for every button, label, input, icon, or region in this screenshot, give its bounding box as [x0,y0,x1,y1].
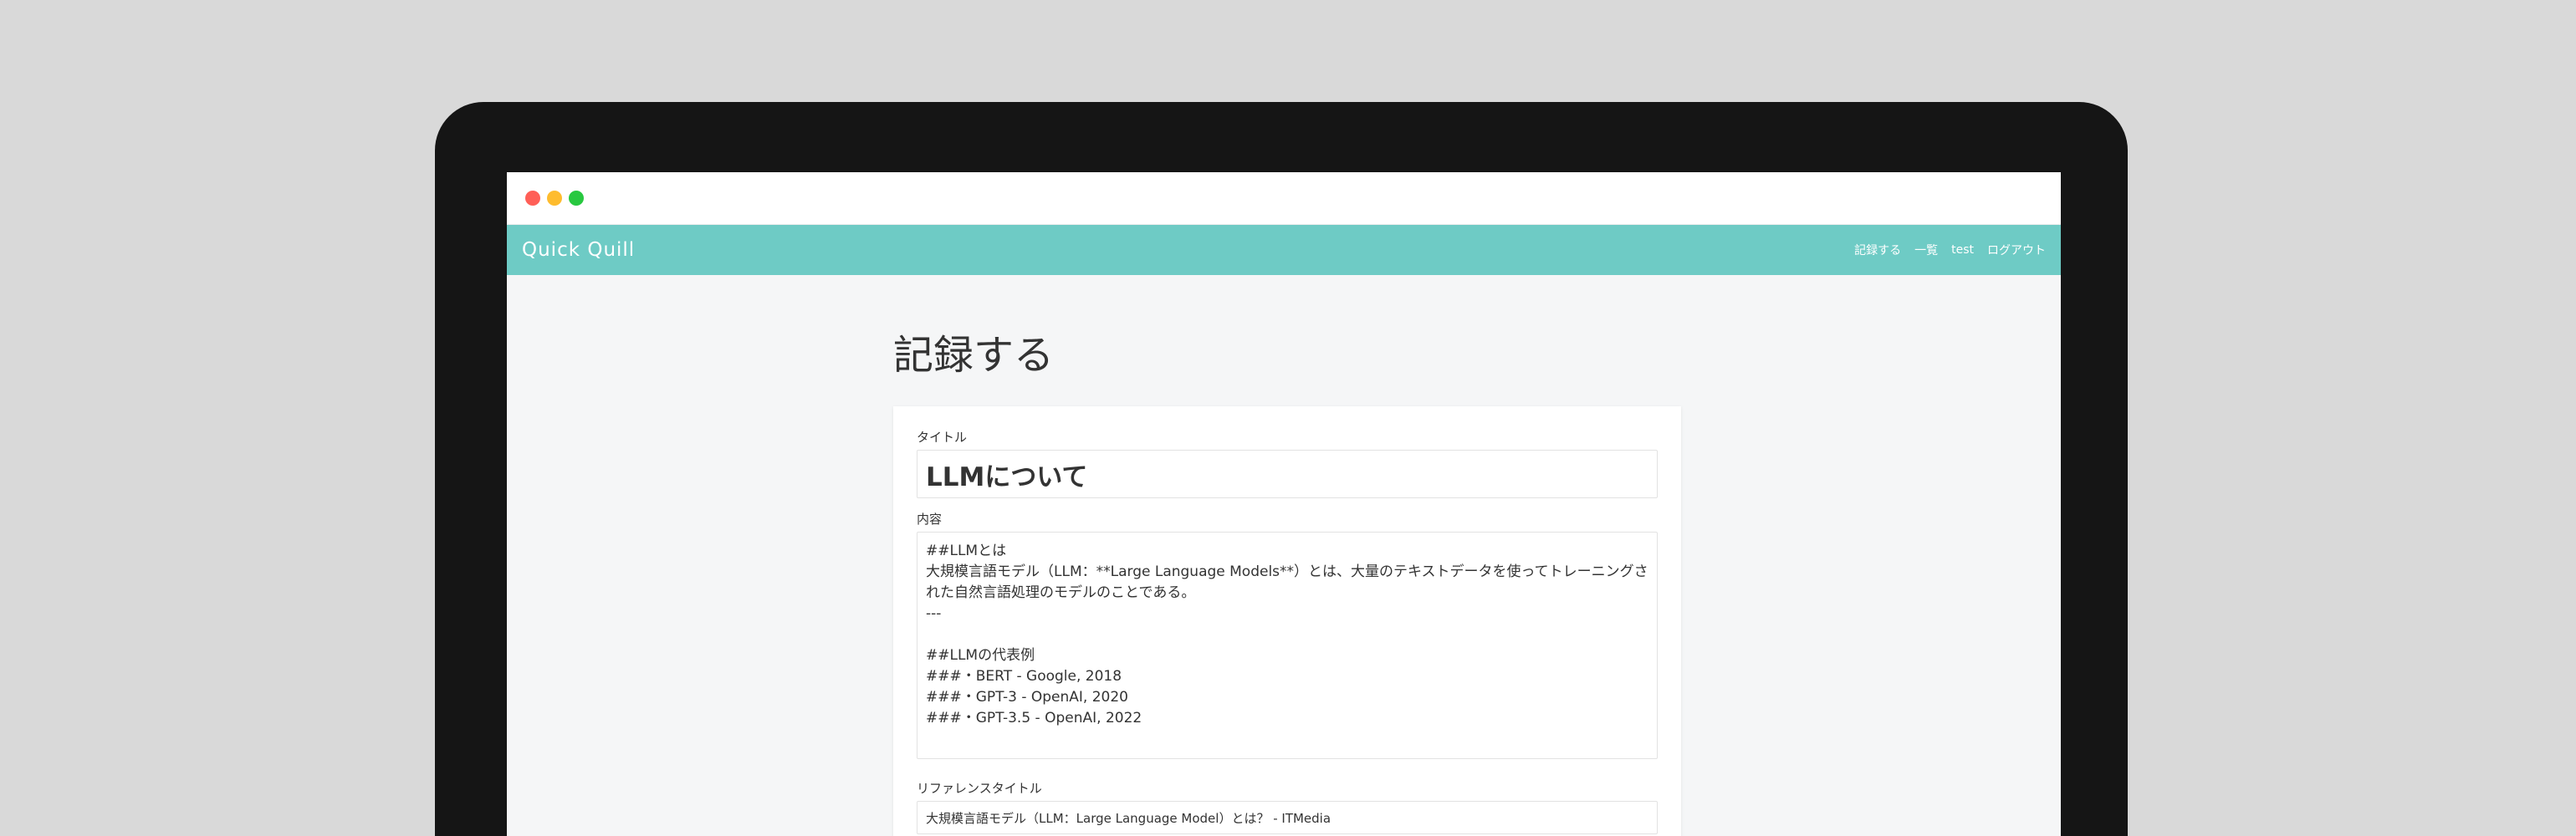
close-window-button[interactable] [525,191,540,206]
top-navbar: Quick Quill 記録する 一覧 test ログアウト [507,225,2061,275]
brand-logo-link[interactable]: Quick Quill [522,239,635,261]
title-input[interactable] [917,450,1658,498]
page-title: 記録する [893,332,1055,379]
nav-link-logout[interactable]: ログアウト [1987,242,2046,258]
reference-title-input[interactable] [917,801,1658,834]
reference-title-field-label: リファレンスタイトル [917,781,1042,796]
stage: Quick Quill 記録する 一覧 test ログアウト 記録する タイトル… [0,0,2576,836]
window-titlebar [507,172,2061,225]
maximize-window-button[interactable] [569,191,584,206]
minimize-window-button[interactable] [547,191,562,206]
content-textarea[interactable] [917,532,1658,759]
nav-links: 記録する 一覧 test ログアウト [1854,242,2046,258]
content-field-label: 内容 [917,512,943,527]
nav-link-list[interactable]: 一覧 [1914,242,1938,258]
record-form-card: タイトル 内容 リファレンスタイトル [893,406,1681,836]
main-content: 記録する タイトル 内容 リファレンスタイトル [893,329,1681,836]
title-field-label: タイトル [917,430,968,445]
nav-link-user[interactable]: test [1951,243,1974,257]
nav-link-record[interactable]: 記録する [1854,242,1901,258]
browser-window: Quick Quill 記録する 一覧 test ログアウト 記録する タイトル… [507,172,2061,836]
